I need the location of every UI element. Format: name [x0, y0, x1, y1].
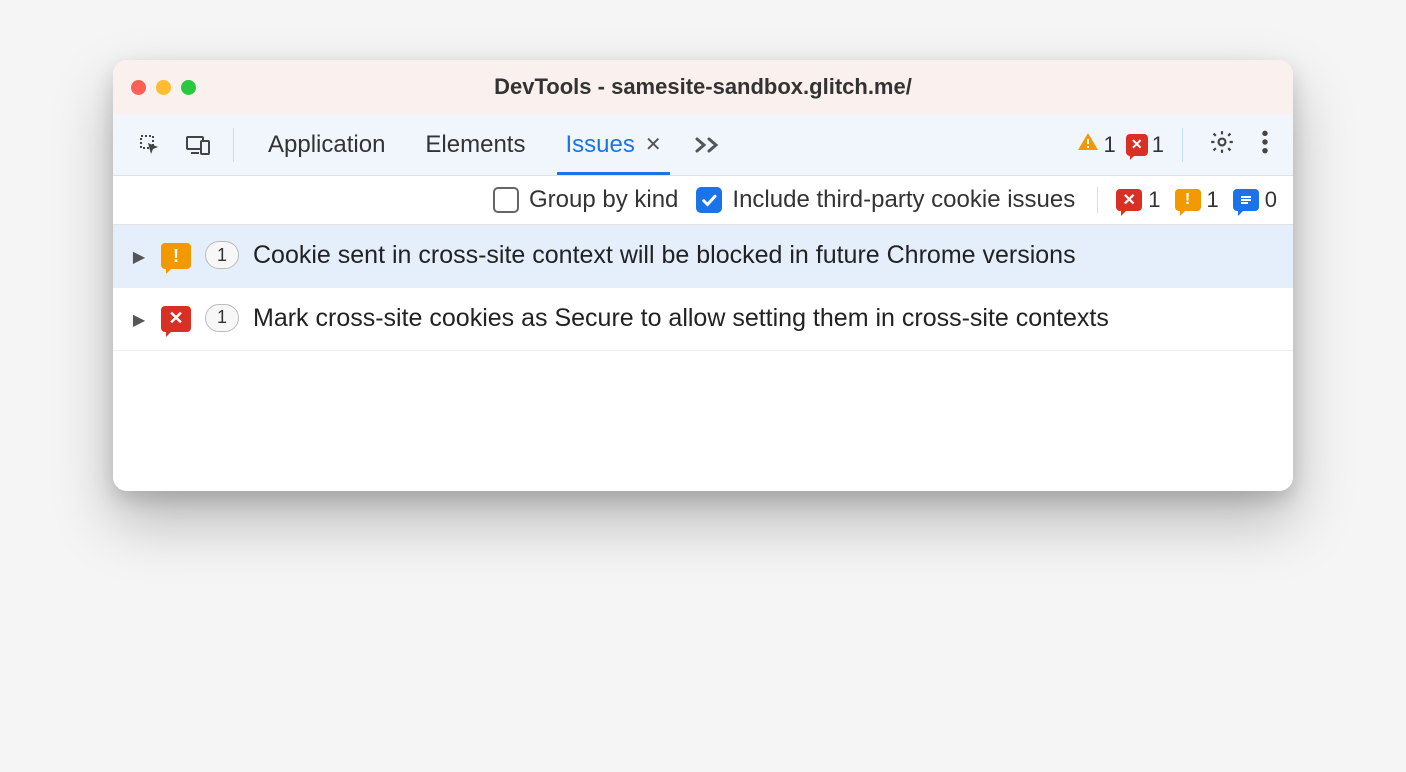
checkbox-label: Include third-party cookie issues	[732, 186, 1075, 214]
close-window-button[interactable]	[131, 80, 146, 95]
more-tabs-button[interactable]	[682, 114, 734, 175]
settings-gear-icon[interactable]	[1201, 129, 1243, 160]
issue-title: Mark cross-site cookies as Secure to all…	[253, 302, 1275, 336]
panel-tabs: Application Elements Issues ✕	[248, 114, 734, 175]
tab-label: Issues	[565, 131, 634, 159]
info-count[interactable]: 0	[1233, 187, 1277, 213]
error-count[interactable]: ✕ 1	[1116, 187, 1160, 213]
main-toolbar: Application Elements Issues ✕ 1	[113, 114, 1293, 176]
tab-elements[interactable]: Elements	[405, 114, 545, 175]
errors-badge[interactable]: ✕ 1	[1126, 132, 1164, 158]
count-value: 1	[1207, 187, 1219, 213]
expand-icon[interactable]: ▶	[131, 239, 147, 267]
count-value: 0	[1265, 187, 1277, 213]
issue-count-pill: 1	[205, 241, 239, 269]
window-controls	[131, 80, 196, 95]
tab-label: Application	[268, 131, 385, 159]
issue-count-pill: 1	[205, 304, 239, 332]
empty-panel-area	[113, 351, 1293, 491]
zoom-window-button[interactable]	[181, 80, 196, 95]
issues-filter-bar: Group by kind Include third-party cookie…	[113, 176, 1293, 225]
separator	[233, 128, 234, 162]
tab-issues[interactable]: Issues ✕	[545, 114, 681, 175]
checkbox-label: Group by kind	[529, 186, 678, 214]
checkbox-icon	[696, 187, 722, 213]
inspect-element-icon[interactable]	[129, 124, 171, 166]
group-by-kind-checkbox[interactable]: Group by kind	[493, 186, 678, 214]
tab-label: Elements	[425, 131, 525, 159]
error-speech-icon: ✕	[161, 306, 191, 332]
error-square-icon: ✕	[1126, 134, 1148, 156]
errors-count: 1	[1152, 132, 1164, 158]
issue-row[interactable]: ▶ ! 1 Cookie sent in cross-site context …	[113, 225, 1293, 288]
include-third-party-checkbox[interactable]: Include third-party cookie issues	[696, 186, 1075, 214]
minimize-window-button[interactable]	[156, 80, 171, 95]
warning-speech-icon: !	[1175, 189, 1201, 211]
warning-count[interactable]: ! 1	[1175, 187, 1219, 213]
severity-counts: ✕ 1 ! 1 0	[1097, 187, 1277, 213]
close-tab-icon[interactable]: ✕	[645, 132, 662, 157]
issue-row[interactable]: ▶ ✕ 1 Mark cross-site cookies as Secure …	[113, 288, 1293, 351]
device-toolbar-icon[interactable]	[177, 124, 219, 166]
issue-title: Cookie sent in cross-site context will b…	[253, 239, 1275, 273]
devtools-window: DevTools - samesite-sandbox.glitch.me/ A…	[113, 60, 1293, 491]
info-speech-icon	[1233, 189, 1259, 211]
titlebar: DevTools - samesite-sandbox.glitch.me/	[113, 60, 1293, 114]
toolbar-right: 1 ✕ 1	[1076, 128, 1278, 162]
tab-application[interactable]: Application	[248, 114, 405, 175]
separator	[1182, 128, 1183, 162]
warning-triangle-icon	[1076, 130, 1100, 160]
warning-speech-icon: !	[161, 243, 191, 269]
count-value: 1	[1148, 187, 1160, 213]
more-options-icon[interactable]	[1253, 129, 1277, 160]
warnings-count: 1	[1104, 132, 1116, 158]
window-title: DevTools - samesite-sandbox.glitch.me/	[113, 74, 1293, 100]
issues-list: ▶ ! 1 Cookie sent in cross-site context …	[113, 225, 1293, 351]
warnings-badge[interactable]: 1	[1076, 130, 1116, 160]
checkbox-icon	[493, 187, 519, 213]
expand-icon[interactable]: ▶	[131, 302, 147, 330]
error-speech-icon: ✕	[1116, 189, 1142, 211]
